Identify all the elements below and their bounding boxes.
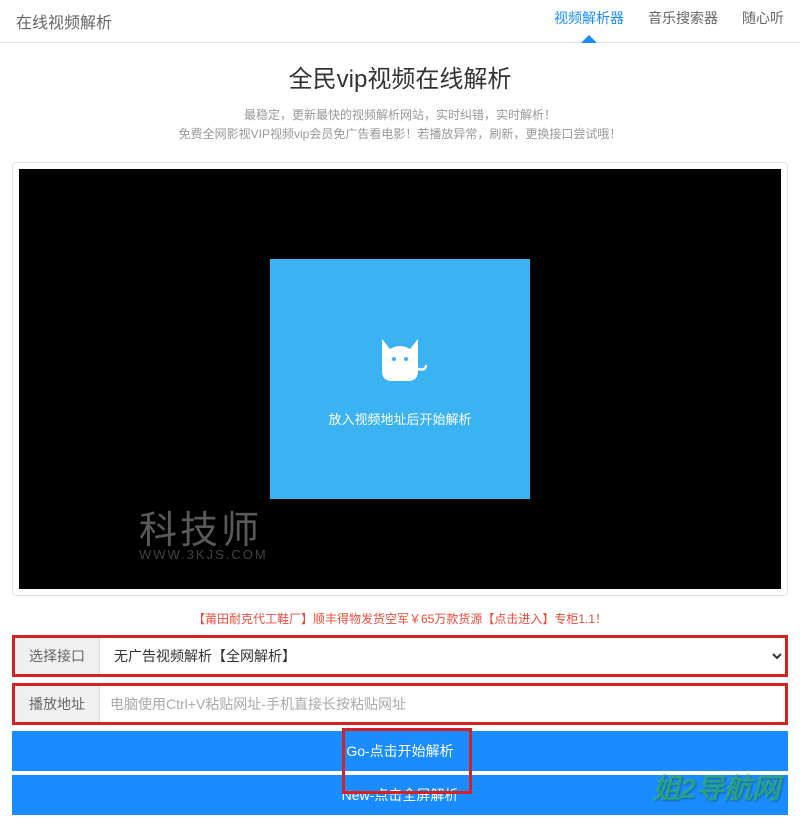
watermark-text: 科技师 [139, 499, 262, 554]
bottom-watermark: 姐2导航网 [652, 767, 780, 807]
nav-video-parser[interactable]: 视频解析器 [554, 8, 624, 34]
input-label: 播放地址 [15, 686, 100, 722]
cat-icon [370, 331, 430, 391]
page-title: 全民vip视频在线解析 [0, 59, 800, 94]
interface-select[interactable]: 无广告视频解析【全网解析】 [100, 638, 785, 674]
subtitle-line2: 免费全网影视VIP视频vip会员免广告看电影！若播放异常，刷新，更换接口尝试哦！ [0, 125, 800, 144]
select-label: 选择接口 [15, 638, 100, 674]
nav-listen[interactable]: 随心听 [742, 8, 784, 34]
nav-music-search[interactable]: 音乐搜索器 [648, 8, 718, 34]
player-hint: 放入视频地址后开始解析 [328, 409, 471, 428]
nav-links: 视频解析器 音乐搜索器 随心听 [554, 8, 784, 34]
watermark-url: WWW.3KJS.COM [139, 547, 268, 562]
go-button[interactable]: Go-点击开始解析 [12, 731, 788, 771]
url-input[interactable] [100, 686, 785, 722]
subtitle-line1: 最稳定，更新最快的视频解析网站，实时纠错，实时解析！ [0, 106, 800, 125]
brand-title: 在线视频解析 [16, 9, 112, 33]
video-player[interactable]: 科技师 WWW.3KJS.COM 放入视频地址后开始解析 [19, 169, 781, 589]
ad-banner[interactable]: 【莆田耐克代工鞋厂】顺丰得物发货空军￥65万款货源【点击进入】专柜1.1！ [0, 610, 800, 627]
